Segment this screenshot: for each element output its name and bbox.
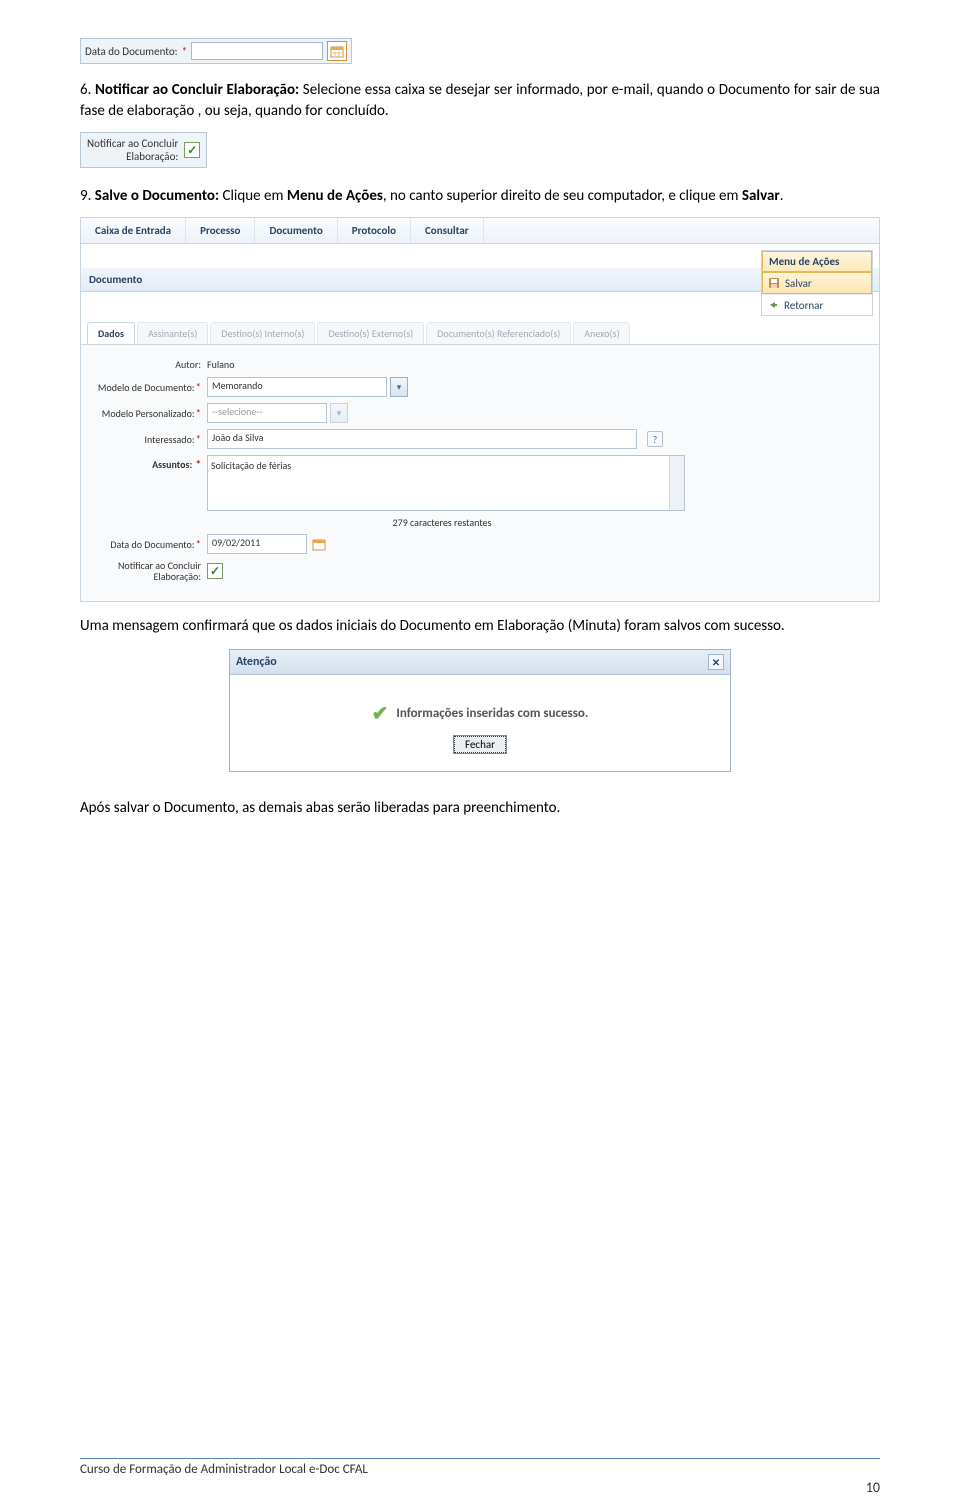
close-icon[interactable]: ✕ [708, 654, 724, 670]
action-menu-panel: Menu de Ações Salvar Retornar [761, 250, 873, 316]
scrollbar-stub[interactable] [669, 456, 684, 510]
menu-processo[interactable]: Processo [186, 218, 255, 243]
paragraph-9: 9. Salve o Documento: Clique em Menu de … [80, 186, 880, 207]
notify-label: Notificar ao Concluir Elaboração: [87, 137, 184, 163]
notify-checkbox[interactable]: ✓ [184, 142, 200, 158]
tab-destinos-externos[interactable]: Destino(s) Externo(s) [317, 322, 424, 344]
autor-value: Fulano [207, 358, 234, 371]
form-area: Autor: Fulano Modelo de Documento:* Memo… [81, 345, 879, 601]
action-retornar[interactable]: Retornar [762, 294, 872, 315]
menu-caixa-entrada[interactable]: Caixa de Entrada [81, 218, 186, 243]
tab-dados[interactable]: Dados [87, 322, 135, 344]
paragraph-confirm: Uma mensagem confirmará que os dados ini… [80, 616, 880, 637]
action-menu-head[interactable]: Menu de Ações [762, 251, 872, 272]
interessado-input[interactable]: João da Silva [207, 429, 637, 449]
success-check-icon: ✔ [372, 701, 389, 726]
documento-header: Documento [81, 268, 879, 292]
autor-label: Autor: [91, 358, 207, 371]
tab-docs-referenciados[interactable]: Documento(s) Referenciado(s) [426, 322, 571, 344]
app-top-menu: Caixa de Entrada Processo Documento Prot… [81, 218, 879, 244]
page-number: 10 [866, 1479, 880, 1496]
modelo-pers-select[interactable]: --selecione-- [207, 403, 327, 423]
fechar-button[interactable]: Fechar [454, 736, 506, 753]
return-icon [766, 298, 780, 312]
char-count: 279 caracteres restantes [207, 514, 677, 531]
assuntos-textarea[interactable]: Solicitação de férias [207, 455, 685, 511]
tab-assinantes[interactable]: Assinante(s) [137, 322, 208, 344]
paragraph-6: 6. Notificar ao Concluir Elaboração: Sel… [80, 80, 880, 122]
paragraph-after: Após salvar o Documento, as demais abas … [80, 798, 880, 819]
page-footer: Curso de Formação de Administrador Local… [80, 1458, 880, 1477]
modelo-pers-label: Modelo Personalizado:* [91, 407, 207, 420]
tab-destinos-internos[interactable]: Destino(s) Interno(s) [210, 322, 315, 344]
notificar-label: Notificar ao Concluir Elaboração: [91, 560, 207, 582]
help-icon[interactable]: ? [647, 431, 663, 447]
dropdown-icon[interactable]: ▾ [330, 403, 348, 423]
action-salvar[interactable]: Salvar [762, 272, 872, 294]
success-dialog: Atenção ✕ ✔ Informações inseridas com su… [229, 649, 731, 772]
menu-protocolo[interactable]: Protocolo [338, 218, 411, 243]
save-icon [767, 276, 781, 290]
dialog-message: Informações inseridas com sucesso. [396, 706, 588, 721]
top-date-input[interactable] [191, 42, 323, 60]
app-screenshot: Caixa de Entrada Processo Documento Prot… [80, 217, 880, 602]
dialog-title-text: Atenção [236, 655, 277, 669]
assuntos-label: Assuntos: * [91, 455, 207, 471]
calendar-icon[interactable] [311, 536, 327, 552]
modelo-doc-label: Modelo de Documento:* [91, 381, 207, 394]
notify-field-box: Notificar ao Concluir Elaboração: ✓ [80, 132, 207, 168]
top-date-label: Data do Documento: [85, 45, 182, 58]
data-doc-label: Data do Documento:* [91, 538, 207, 551]
top-date-field: Data do Documento: * [80, 38, 352, 64]
dropdown-icon[interactable]: ▾ [390, 377, 408, 397]
modelo-doc-select[interactable]: Memorando [207, 377, 387, 397]
data-doc-input[interactable]: 09/02/2011 [207, 534, 307, 554]
notificar-checkbox[interactable]: ✓ [207, 563, 223, 579]
calendar-icon[interactable] [327, 41, 347, 61]
tab-anexos[interactable]: Anexo(s) [573, 322, 630, 344]
required-asterisk: * [182, 45, 187, 58]
menu-consultar[interactable]: Consultar [411, 218, 484, 243]
tabs-bar: Dados Assinante(s) Destino(s) Interno(s)… [81, 316, 879, 345]
footer-text: Curso de Formação de Administrador Local… [80, 1462, 368, 1477]
menu-documento[interactable]: Documento [255, 218, 337, 243]
interessado-label: Interessado:* [91, 433, 207, 446]
